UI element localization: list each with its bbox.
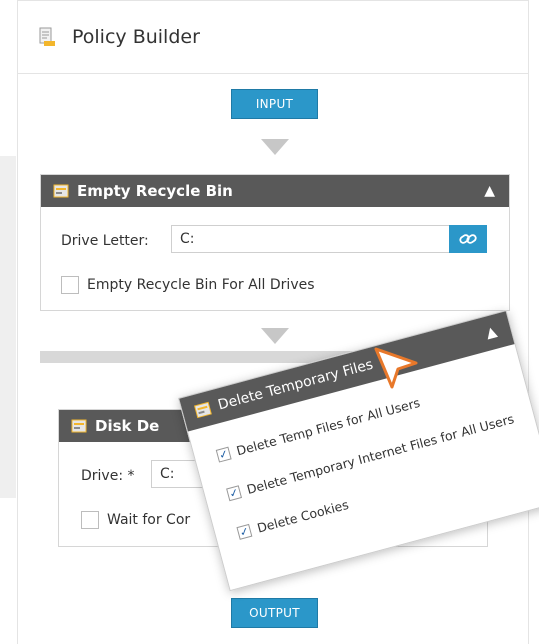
item-label: Delete Cookies — [255, 496, 351, 536]
checkbox-checked[interactable]: ✓ — [236, 523, 253, 540]
link-icon — [459, 234, 477, 244]
card-empty-recycle-bin: Empty Recycle Bin ▲ Drive Letter: C: Emp… — [40, 174, 510, 311]
card-title: Empty Recycle Bin — [77, 182, 233, 200]
list-item[interactable]: ✓ Delete Temporary Internet Files for Al… — [226, 411, 516, 502]
wait-checkbox[interactable] — [81, 511, 99, 529]
item-label: Delete Temporary Internet Files for All … — [245, 411, 516, 497]
background-strip — [0, 156, 16, 498]
flow-arrow-icon — [261, 139, 289, 155]
document-icon — [39, 27, 55, 46]
drive-letter-input[interactable]: C: — [171, 225, 451, 253]
checkbox-checked[interactable]: ✓ — [226, 485, 243, 502]
input-button[interactable]: INPUT — [231, 89, 318, 119]
task-icon — [71, 419, 87, 433]
output-button[interactable]: OUTPUT — [231, 598, 318, 628]
card-title: Disk De — [95, 417, 160, 435]
task-icon — [194, 401, 212, 419]
wait-label: Wait for Cor — [107, 512, 191, 528]
card-header: Empty Recycle Bin ▲ — [41, 175, 509, 207]
task-icon — [53, 184, 69, 198]
flow-arrow-icon — [261, 328, 289, 344]
checkbox-checked[interactable]: ✓ — [215, 446, 232, 463]
link-button[interactable] — [449, 225, 487, 253]
page-title: Policy Builder — [72, 26, 200, 48]
chevron-up-icon[interactable]: ▲ — [484, 183, 495, 199]
list-item[interactable]: ✓ Delete Cookies — [236, 497, 350, 541]
cursor-arrow-icon — [374, 347, 418, 389]
all-drives-label: Empty Recycle Bin For All Drives — [87, 277, 315, 293]
drive-letter-label: Drive Letter: — [61, 233, 149, 249]
chevron-up-icon[interactable]: ▲ — [484, 324, 499, 342]
panel-header: Policy Builder — [18, 1, 528, 74]
drive-label: Drive: * — [81, 468, 135, 484]
all-drives-checkbox[interactable] — [61, 276, 79, 294]
